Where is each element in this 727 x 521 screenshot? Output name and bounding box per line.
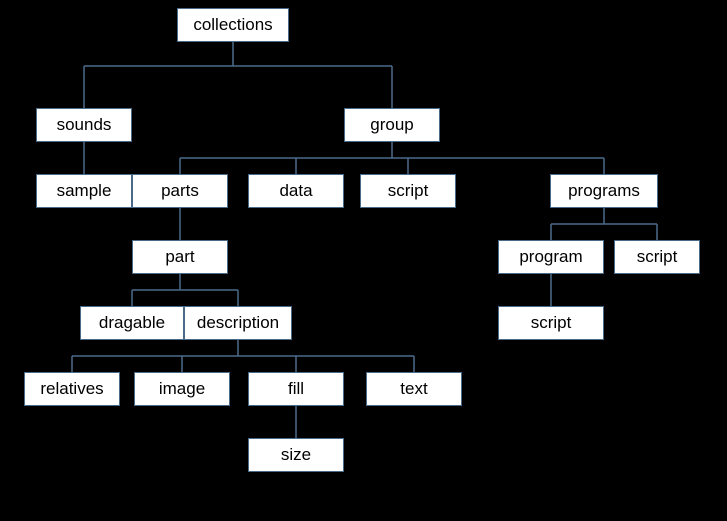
node-sample: sample (36, 174, 132, 208)
node-fill: fill (248, 372, 344, 406)
node-script-2: script (614, 240, 700, 274)
node-image: image (134, 372, 230, 406)
node-collections: collections (177, 8, 289, 42)
node-script-1: script (360, 174, 456, 208)
node-relatives: relatives (24, 372, 120, 406)
node-parts: parts (132, 174, 228, 208)
node-sounds: sounds (36, 108, 132, 142)
node-text: text (366, 372, 462, 406)
node-script-3: script (498, 306, 604, 340)
node-description: description (184, 306, 292, 340)
node-programs: programs (550, 174, 658, 208)
node-data: data (248, 174, 344, 208)
node-group: group (344, 108, 440, 142)
node-program: program (498, 240, 604, 274)
node-dragable: dragable (80, 306, 184, 340)
node-size: size (248, 438, 344, 472)
node-part: part (132, 240, 228, 274)
